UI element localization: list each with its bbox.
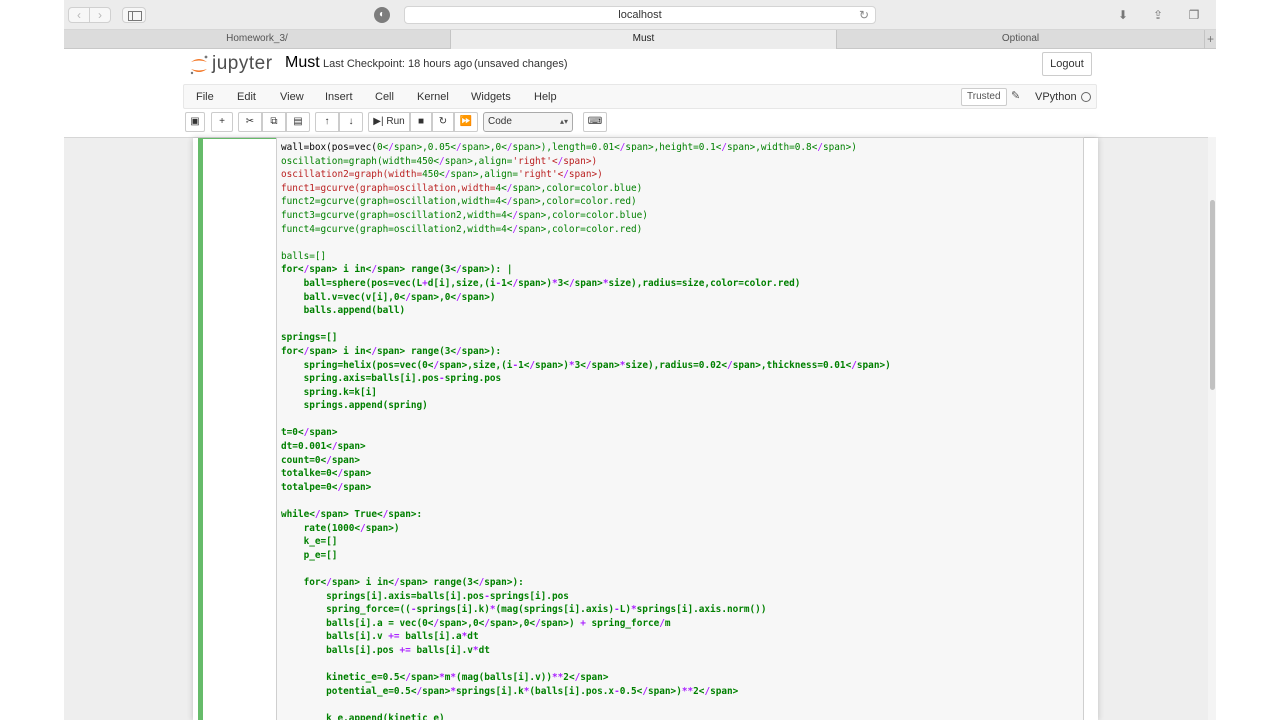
save-icon[interactable]: ▣ xyxy=(185,112,205,132)
url-bar[interactable]: localhost ↻ xyxy=(404,6,876,24)
download-icon[interactable]: ⬇ xyxy=(1114,7,1132,23)
cell-type-select[interactable]: Code ▴▾ xyxy=(483,112,573,132)
run-label: Run xyxy=(386,116,405,127)
trusted-indicator[interactable]: Trusted xyxy=(961,88,1007,106)
move-up-icon[interactable]: ↑ xyxy=(315,112,339,132)
new-tab-icon[interactable]: + xyxy=(1205,30,1216,48)
tab-optional[interactable]: Optional xyxy=(837,30,1205,49)
kernel-name: VPython xyxy=(1035,91,1077,103)
pencil-icon[interactable]: ✎ xyxy=(1011,89,1020,102)
keyboard-icon[interactable]: ⌨ xyxy=(583,112,607,132)
tab-must[interactable]: Must xyxy=(451,30,837,49)
restart-run-all-icon[interactable]: ⏩ xyxy=(454,112,478,132)
insert-cell-below-icon[interactable]: + xyxy=(211,112,233,132)
back-button[interactable]: ‹ xyxy=(68,7,90,23)
reload-icon[interactable]: ↻ xyxy=(859,7,869,24)
kernel-status-icon xyxy=(1081,92,1091,102)
logout-button[interactable]: Logout xyxy=(1042,52,1092,76)
jupyter-logo-icon xyxy=(190,55,208,75)
browser-window: ‹ › ◐ localhost ↻ ⬇ ⇪ ❐ Homework_3/ Must… xyxy=(64,0,1216,720)
show-tabs-icon[interactable]: ❐ xyxy=(1185,7,1203,23)
url-text: localhost xyxy=(618,9,662,21)
tab-homework[interactable]: Homework_3/ xyxy=(64,30,451,49)
tab-bar: Homework_3/ Must Optional + xyxy=(64,30,1216,49)
menu-insert[interactable]: Insert xyxy=(325,85,353,109)
menu-bar: File Edit View Insert Cell Kernel Widget… xyxy=(183,84,1097,109)
notebook-name[interactable]: Must xyxy=(285,54,320,72)
cut-icon[interactable]: ✂ xyxy=(238,112,262,132)
menu-file[interactable]: File xyxy=(196,85,214,109)
menu-view[interactable]: View xyxy=(280,85,304,109)
code-text[interactable]: wall=box(pos=vec(0</span>,0.05</span>,0<… xyxy=(281,141,891,720)
autosave-status: (unsaved changes) xyxy=(474,58,568,70)
menu-kernel[interactable]: Kernel xyxy=(417,85,449,109)
select-arrows-icon: ▴▾ xyxy=(559,117,568,126)
menu-help[interactable]: Help xyxy=(534,85,557,109)
move-down-icon[interactable]: ↓ xyxy=(339,112,363,132)
code-cell[interactable]: wall=box(pos=vec(0</span>,0.05</span>,0<… xyxy=(198,137,1084,720)
notebook-page: wall=box(pos=vec(0</span>,0.05</span>,0<… xyxy=(193,137,1098,720)
interrupt-icon[interactable]: ■ xyxy=(410,112,432,132)
jupyter-logo-text[interactable]: jupyter xyxy=(212,53,273,75)
forward-button[interactable]: › xyxy=(89,7,111,23)
share-icon[interactable]: ⇪ xyxy=(1149,7,1167,23)
paste-icon[interactable]: ▤ xyxy=(286,112,310,132)
restart-icon[interactable]: ↻ xyxy=(432,112,454,132)
copy-icon[interactable]: ⧉ xyxy=(262,112,286,132)
privacy-shield-icon[interactable]: ◐ xyxy=(374,7,390,23)
menu-cell[interactable]: Cell xyxy=(375,85,394,109)
cell-editor[interactable]: wall=box(pos=vec(0</span>,0.05</span>,0<… xyxy=(276,137,1084,720)
notebook-area: wall=box(pos=vec(0</span>,0.05</span>,0<… xyxy=(64,137,1216,720)
sidebar-toggle-icon[interactable] xyxy=(122,7,146,23)
jupyter-header: jupyter Must Last Checkpoint: 18 hours a… xyxy=(64,50,1216,81)
notebook-toolbar: ▣ + ✂ ⧉ ▤ ↑ ↓ ▶| Run ■ ↻ ⏩ Code ▴▾ ⌨ xyxy=(183,111,1097,135)
scrollbar-thumb[interactable] xyxy=(1210,200,1215,390)
cell-type-value: Code xyxy=(488,116,512,127)
run-button[interactable]: ▶| Run xyxy=(368,112,410,132)
checkpoint-status: Last Checkpoint: 18 hours ago xyxy=(323,58,473,70)
menu-edit[interactable]: Edit xyxy=(237,85,256,109)
browser-toolbar: ‹ › ◐ localhost ↻ ⬇ ⇪ ❐ xyxy=(64,0,1216,30)
menu-widgets[interactable]: Widgets xyxy=(471,85,511,109)
